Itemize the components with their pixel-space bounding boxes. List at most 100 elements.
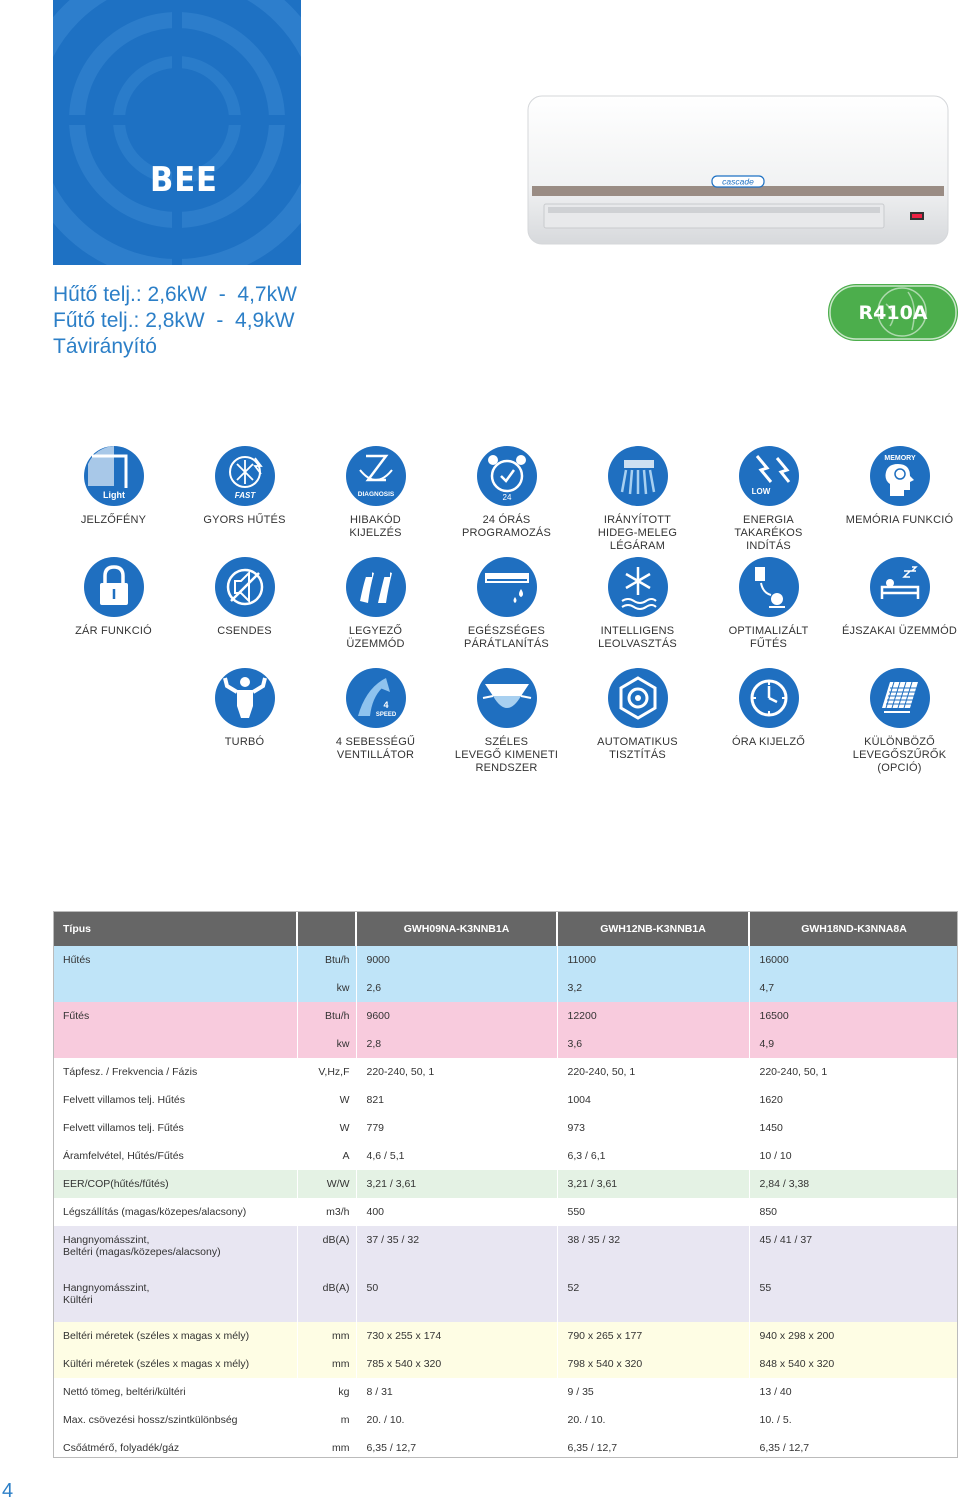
diagnosis-badge: DIAGNOSIS (357, 491, 394, 498)
feature-fast-cooling: FAST GYORS HŰTÉS (179, 446, 310, 527)
row-value-model-3: 1450 (749, 1114, 959, 1142)
row-value-model-3: 6,35 / 12,7 (749, 1434, 959, 1462)
row-unit: A (297, 1142, 357, 1170)
row-label: Csőátmérő, folyadék/gáz (53, 1434, 298, 1462)
row-label: Felvett villamos telj. Hűtés (53, 1086, 298, 1114)
feature-label: MEMÓRIA FUNKCIÓ (845, 514, 954, 526)
table-row: Csőátmérő, folyadék/gáz mm 6,35 / 12,7 6,35… (53, 1434, 959, 1462)
row-label: Nettó tömeg, beltéri/kültéri (53, 1378, 298, 1406)
diagnosis-icon: DIAGNOSIS (345, 446, 406, 506)
row-unit: kg (297, 1378, 357, 1406)
page-number: 4 (2, 1480, 14, 1502)
row-value-model-1: 730 x 255 x 174 (356, 1322, 558, 1350)
row-value-model-1: 2,8 (356, 1030, 558, 1058)
feature-24h-programming: 24 24 ÓRÁS PROGRAMOZÁS (441, 446, 572, 540)
row-value-model-3: 2,84 / 3,38 (749, 1170, 959, 1198)
wide-airflow-icon (476, 668, 537, 728)
row-unit: dB(A) (297, 1226, 357, 1274)
table-row: Légszállítás (magas/közepes/alacsony) m3/… (53, 1198, 959, 1226)
row-value-model-3: 4,9 (749, 1030, 959, 1058)
header-model-2: GWH12NB-K3NNB1A (557, 911, 750, 946)
row-value-model-3: 55 (749, 1274, 959, 1322)
feature-label: KÜLÖNBÖZŐ LEVEGŐSZŰRŐK (OPCIÓ) (852, 736, 947, 774)
row-label: Hangnyomásszint, Kültéri (53, 1274, 298, 1322)
table-row: Kültéri méretek (széles x magas x mély) m… (53, 1350, 959, 1378)
series-banner: BEE (53, 0, 301, 265)
row-unit: Btu/h (297, 1002, 357, 1030)
fast-cooling-icon: FAST (214, 446, 275, 506)
feature-wide-airflow: SZÉLES LEVEGŐ KIMENETI RENDSZER (441, 668, 572, 775)
feature-air-filters: KÜLÖNBÖZŐ LEVEGŐSZŰRŐK (OPCIÓ) (834, 668, 960, 775)
row-value-model-3: 10 / 10 (749, 1142, 959, 1170)
row-value-model-3: 848 x 540 x 320 (749, 1350, 959, 1378)
row-label: Kültéri méretek (széles x magas x mély) (53, 1350, 298, 1378)
feature-lock: ZÁR FUNKCIÓ (48, 557, 179, 638)
row-value-model-3: 940 x 298 x 200 (749, 1322, 959, 1350)
low-energy-icon: LOW (738, 446, 799, 506)
row-value-model-1: 3,21 / 3,61 (356, 1170, 558, 1198)
row-value-model-2: 3,21 / 3,61 (557, 1170, 750, 1198)
row-label: Tápfesz. / Frekvencia / Fázis (53, 1058, 298, 1086)
alarm-clock-icon: 24 (476, 446, 537, 506)
feature-directed-airflow: IRÁNYÍTOTT HIDEG-MELEG LÉGÁRAM (572, 446, 703, 553)
row-value-model-1: 4,6 / 5,1 (356, 1142, 558, 1170)
fast-badge: FAST (234, 491, 256, 500)
feature-night-mode: ÉJSZAKAI ÜZEMMÓD (834, 557, 960, 638)
table-row: Fűtés Btu/h 9600 12200 16500 (53, 1002, 959, 1030)
turbo-icon (214, 668, 275, 728)
row-value-model-1: 6,35 / 12,7 (356, 1434, 558, 1462)
row-label (53, 974, 298, 1002)
capacity-specs: Hűtő telj.: 2,6kW - 4,7kW Fűtő telj.: 2,… (53, 282, 297, 360)
row-value-model-3: 10. / 5. (749, 1406, 959, 1434)
cooling-capacity: Hűtő telj.: 2,6kW - 4,7kW (53, 283, 297, 306)
row-value-model-2: 220-240, 50, 1 (557, 1058, 750, 1086)
row-value-model-1: 9000 (356, 946, 558, 974)
silent-icon (214, 557, 275, 617)
row-value-model-2: 1004 (557, 1086, 750, 1114)
table-row: Felvett villamos telj. Fűtés W 779 973 1450 (53, 1114, 959, 1142)
light-badge: Light (103, 490, 125, 500)
row-unit: dB(A) (297, 1274, 357, 1322)
row-unit: m3/h (297, 1198, 357, 1226)
row-value-model-2: 38 / 35 / 32 (557, 1226, 750, 1274)
row-value-model-1: 400 (356, 1198, 558, 1226)
row-label: Fűtés (53, 1002, 298, 1030)
feature-label: TURBÓ (224, 736, 265, 748)
feature-optimized-heating: OPTIMALIZÁLT FŰTÉS (703, 557, 834, 651)
row-unit: mm (297, 1322, 357, 1350)
four-speed-icon: 4 SPEED (345, 668, 406, 728)
table-row: Tápfesz. / Frekvencia / Fázis V,Hz,F 220-2… (53, 1058, 959, 1086)
feature-label: LEGYEZŐ ÜZEMMÓD (346, 625, 405, 650)
feature-auto-clean: AUTOMATIKUS TISZTÍTÁS (572, 668, 703, 762)
table-row: Max. csövezési hossz/szintkülönbség m 20. … (53, 1406, 959, 1434)
feature-turbo: TURBÓ (179, 668, 310, 749)
row-label: Beltéri méretek (széles x magas x mély) (53, 1322, 298, 1350)
header-model-1: GWH09NA-K3NNB1A (356, 911, 558, 946)
row-label: EER/COP(hűtés/fűtés) (53, 1170, 298, 1198)
row-value-model-2: 973 (557, 1114, 750, 1142)
remote-control-note: Távirányító (53, 335, 157, 358)
feature-energy-saving: LOW ENERGIA TAKARÉKOS INDÍTÁS (703, 446, 834, 553)
table-header-row: Típus GWH09NA-K3NNB1A GWH12NB-K3NNB1A GW… (53, 911, 958, 946)
row-value-model-1: 20. / 10. (356, 1406, 558, 1434)
feature-four-speed: 4 SPEED 4 SEBESSÉGŰ VENTILLÁTOR (310, 668, 441, 762)
air-conditioner-image: cascade (527, 95, 949, 245)
low-badge: LOW (751, 487, 770, 496)
row-label: Légszállítás (magas/közepes/alacsony) (53, 1198, 298, 1226)
row-value-model-3: 220-240, 50, 1 (749, 1058, 959, 1086)
table-row: Hűtés Btu/h 9000 11000 16000 (53, 946, 959, 974)
row-value-model-3: 850 (749, 1198, 959, 1226)
feature-label: ÓRA KIJELZŐ (731, 736, 806, 748)
spec-table-body: Hűtés Btu/h 9000 11000 16000 kw 2,6 3,2 4,7 Fűtés… (53, 946, 959, 1462)
heating-capacity: Fűtő telj.: 2,8kW - 4,9kW (53, 309, 295, 332)
row-value-model-1: 2,6 (356, 974, 558, 1002)
row-label (53, 1030, 298, 1058)
row-unit: kw (297, 1030, 357, 1058)
row-unit: mm (297, 1434, 357, 1462)
row-value-model-2: 52 (557, 1274, 750, 1322)
row-value-model-1: 9600 (356, 1002, 558, 1030)
row-unit: m (297, 1406, 357, 1434)
row-value-model-1: 50 (356, 1274, 558, 1322)
feature-label: ÉJSZAKAI ÜZEMMÓD (841, 625, 958, 637)
feature-light: Light JELZŐFÉNY (48, 446, 179, 527)
